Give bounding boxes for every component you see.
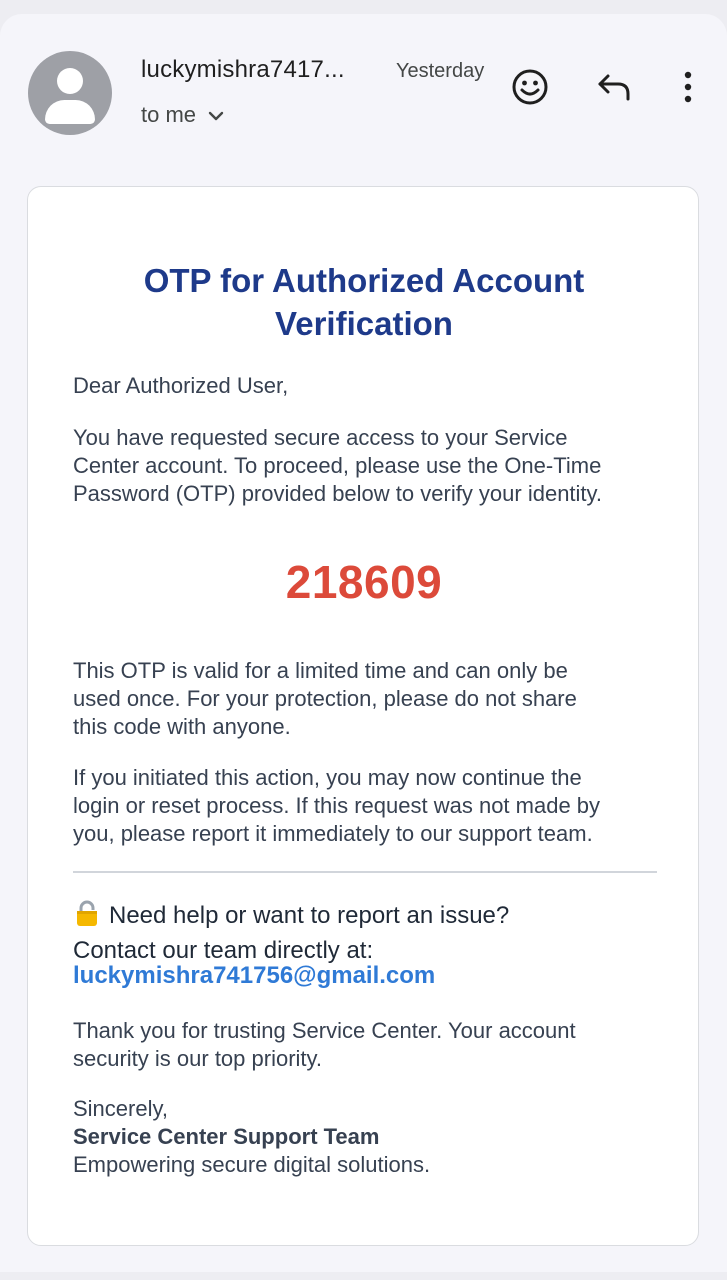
- greeting: Dear Authorized User,: [73, 373, 289, 398]
- paragraph-line: this code with anyone.: [73, 714, 291, 739]
- avatar-icon[interactable]: [28, 51, 112, 135]
- signature-team: Service Center Support Team: [73, 1124, 380, 1149]
- signature: Sincerely, Service Center Support Team E…: [73, 1095, 663, 1179]
- recipient-label: to me: [141, 102, 197, 127]
- divider: [73, 871, 657, 873]
- emoji-icon[interactable]: [511, 68, 549, 111]
- signoff: Sincerely,: [73, 1096, 168, 1121]
- paragraph-line: used once. For your protection, please d…: [73, 686, 577, 711]
- help-heading: Need help or want to report an issue?: [109, 902, 510, 929]
- help-section: Need help or want to report an issue? Co…: [73, 899, 663, 966]
- recipient-toggle[interactable]: to me: [141, 102, 224, 128]
- paragraph-line: This OTP is valid for a limited time and…: [73, 658, 568, 683]
- email-date: Yesterday: [396, 60, 485, 82]
- otp-code: 218609: [285, 556, 443, 608]
- contact-email-link[interactable]: luckymishra741756@gmail.com: [73, 962, 435, 990]
- email-title-line: OTP for Authorized Account: [143, 262, 585, 299]
- paragraph-line: security is our top priority.: [73, 1046, 323, 1071]
- initiated-paragraph: If you initiated this action, you may no…: [73, 764, 663, 848]
- intro-paragraph: You have requested secure access to your…: [73, 424, 663, 508]
- thanks-paragraph: Thank you for trusting Service Center. Y…: [73, 1017, 663, 1073]
- paragraph-line: Password (OTP) provided below to verify …: [73, 481, 603, 506]
- lock-icon: [73, 899, 101, 935]
- reply-icon[interactable]: [596, 72, 634, 109]
- validity-paragraph: This OTP is valid for a limited time and…: [73, 657, 663, 741]
- sender-name[interactable]: luckymishra7417...: [141, 56, 345, 84]
- paragraph-line: login or reset process. If this request …: [73, 793, 601, 818]
- email-body-card: OTP for Authorized Account Verification …: [27, 186, 699, 1246]
- paragraph-line: If you initiated this action, you may no…: [73, 765, 582, 790]
- chevron-down-icon: [208, 102, 224, 128]
- paragraph-line: Thank you for trusting Service Center. Y…: [73, 1018, 576, 1043]
- paragraph-line: you, please report it immediately to our…: [73, 821, 593, 846]
- email-title-line: Verification: [275, 305, 453, 342]
- paragraph-line: You have requested secure access to your…: [73, 425, 568, 450]
- email-title: OTP for Authorized Account Verification: [28, 259, 700, 345]
- signature-tagline: Empowering secure digital solutions.: [73, 1152, 431, 1177]
- more-vert-icon[interactable]: [680, 70, 696, 109]
- paragraph-line: Center account. To proceed, please use t…: [73, 453, 602, 478]
